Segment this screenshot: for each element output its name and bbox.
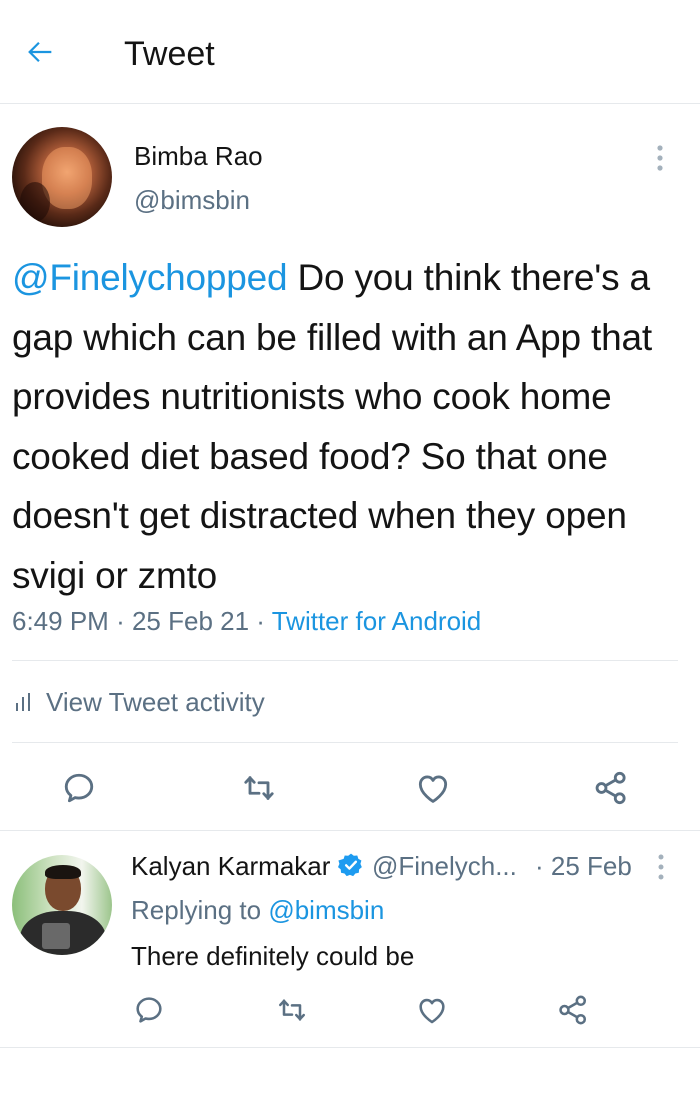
reply-like-button[interactable] [414,992,450,1028]
arrow-left-icon [28,41,52,63]
like-button[interactable] [411,766,455,810]
meta-separator: · [116,606,125,636]
reply-icon [136,997,162,1023]
retweet-icon [244,776,274,800]
divider [12,742,678,743]
like-icon [419,998,445,1024]
more-vertical-icon [658,854,664,880]
divider [0,1047,700,1048]
analytics-icon [16,693,30,711]
more-vertical-icon [657,145,663,171]
replying-prefix: Replying to [131,895,269,925]
divider [0,830,700,831]
reply-retweet-button[interactable] [274,992,310,1028]
reply-share-button[interactable] [555,992,591,1028]
retweet-button[interactable] [237,766,281,810]
retweet-icon [279,999,305,1021]
top-app-bar: Tweet [0,0,700,104]
more-options-button[interactable] [650,142,670,174]
avatar[interactable] [12,127,112,227]
replying-to-mention[interactable]: @bimsbin [268,895,384,925]
reply-icon [64,773,94,803]
reply-button[interactable] [57,766,101,810]
avatar[interactable] [12,855,112,955]
author-handle[interactable]: @bimsbin [134,184,250,216]
tweet-text: @Finelychopped Do you think there's a ga… [12,248,692,605]
author-name[interactable]: Bimba Rao [134,140,263,172]
reply-text: There definitely could be [131,941,415,971]
back-button[interactable] [20,32,60,72]
share-icon [559,995,587,1025]
mention-link[interactable]: @Finelychopped [12,257,288,298]
reply-reply-button[interactable] [131,992,167,1028]
reply-date: · 25 Feb [535,851,632,881]
tweet-time: 6:49 PM [12,606,109,636]
page-title: Tweet [124,35,215,73]
share-button[interactable] [589,766,633,810]
reply-more-options-button[interactable] [651,852,671,882]
like-icon [418,775,448,803]
tweet-text-body: Do you think there's a gap which can be … [12,257,652,596]
reply-author-name[interactable]: Kalyan Karmakar [131,850,330,882]
tweet-meta: 6:49 PM · 25 Feb 21 · Twitter for Androi… [12,604,481,638]
meta-separator: · [256,606,265,636]
activity-label: View Tweet activity [46,686,265,717]
reply-author-handle[interactable]: @Finelych... [372,850,517,882]
verified-badge-icon [338,853,362,877]
view-tweet-activity-button[interactable]: View Tweet activity [14,684,265,720]
divider [12,660,678,661]
tweet-source-link[interactable]: Twitter for Android [272,606,482,636]
share-icon [595,771,626,805]
tweet-date: 25 Feb 21 [131,606,250,636]
replying-to-label: Replying to @bimsbin [131,894,384,926]
